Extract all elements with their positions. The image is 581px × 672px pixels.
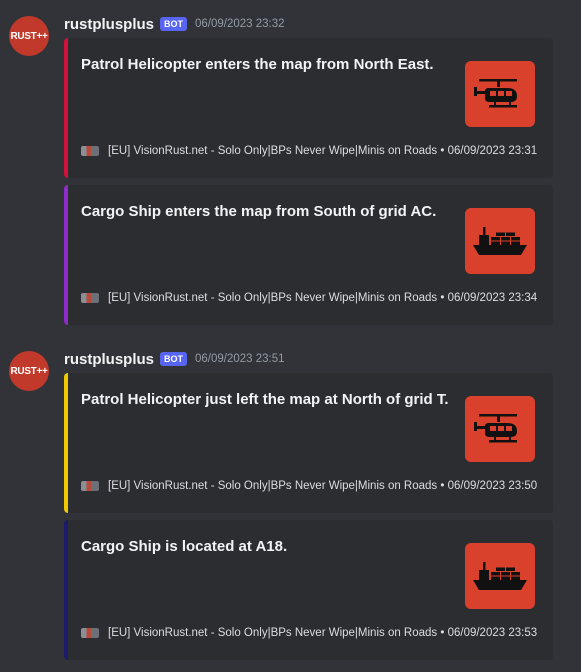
avatar-text: RUST++: [10, 30, 48, 42]
server-icon: [81, 628, 99, 638]
embed-title: Patrol Helicopter just left the map at N…: [81, 391, 449, 408]
embed-footer-text: [EU] VisionRust.net - Solo Only|BPs Neve…: [108, 145, 538, 157]
bot-badge: BOT: [160, 17, 188, 31]
avatar[interactable]: RUST++: [9, 16, 49, 56]
embed: Cargo Ship enters the map from South of …: [64, 185, 553, 325]
embed-footer-text: [EU] VisionRust.net - Solo Only|BPs Neve…: [108, 292, 538, 304]
helicopter-icon[interactable]: [465, 396, 535, 462]
embed-footer: [EU] VisionRust.net - Solo Only|BPs Neve…: [81, 627, 537, 639]
embed: Patrol Helicopter just left the map at N…: [64, 373, 553, 513]
message-header: rustplusplus BOT 06/09/2023 23:51: [64, 349, 285, 369]
cargo-ship-icon[interactable]: [465, 543, 535, 609]
embed-title: Cargo Ship enters the map from South of …: [81, 203, 437, 220]
embed-title: Patrol Helicopter enters the map from No…: [81, 56, 434, 73]
embed-footer: [EU] VisionRust.net - Solo Only|BPs Neve…: [81, 292, 537, 304]
embed: Patrol Helicopter enters the map from No…: [64, 38, 553, 178]
avatar-text: RUST++: [10, 365, 48, 377]
bot-badge: BOT: [160, 352, 188, 366]
avatar[interactable]: RUST++: [9, 351, 49, 391]
embed: Cargo Ship is located at A18. [EU] Visio…: [64, 520, 553, 660]
message-timestamp[interactable]: 06/09/2023 23:32: [195, 18, 285, 30]
message-timestamp[interactable]: 06/09/2023 23:51: [195, 353, 285, 365]
username[interactable]: rustplusplus: [64, 16, 154, 33]
message-header: rustplusplus BOT 06/09/2023 23:32: [64, 14, 285, 34]
embed-title: Cargo Ship is located at A18.: [81, 538, 288, 555]
username[interactable]: rustplusplus: [64, 351, 154, 368]
embed-footer: [EU] VisionRust.net - Solo Only|BPs Neve…: [81, 145, 537, 157]
helicopter-icon[interactable]: [465, 61, 535, 127]
embed-footer-text: [EU] VisionRust.net - Solo Only|BPs Neve…: [108, 480, 538, 492]
embed-footer: [EU] VisionRust.net - Solo Only|BPs Neve…: [81, 480, 537, 492]
server-icon: [81, 481, 99, 491]
embed-footer-text: [EU] VisionRust.net - Solo Only|BPs Neve…: [108, 627, 538, 639]
server-icon: [81, 146, 99, 156]
server-icon: [81, 293, 99, 303]
cargo-ship-icon[interactable]: [465, 208, 535, 274]
